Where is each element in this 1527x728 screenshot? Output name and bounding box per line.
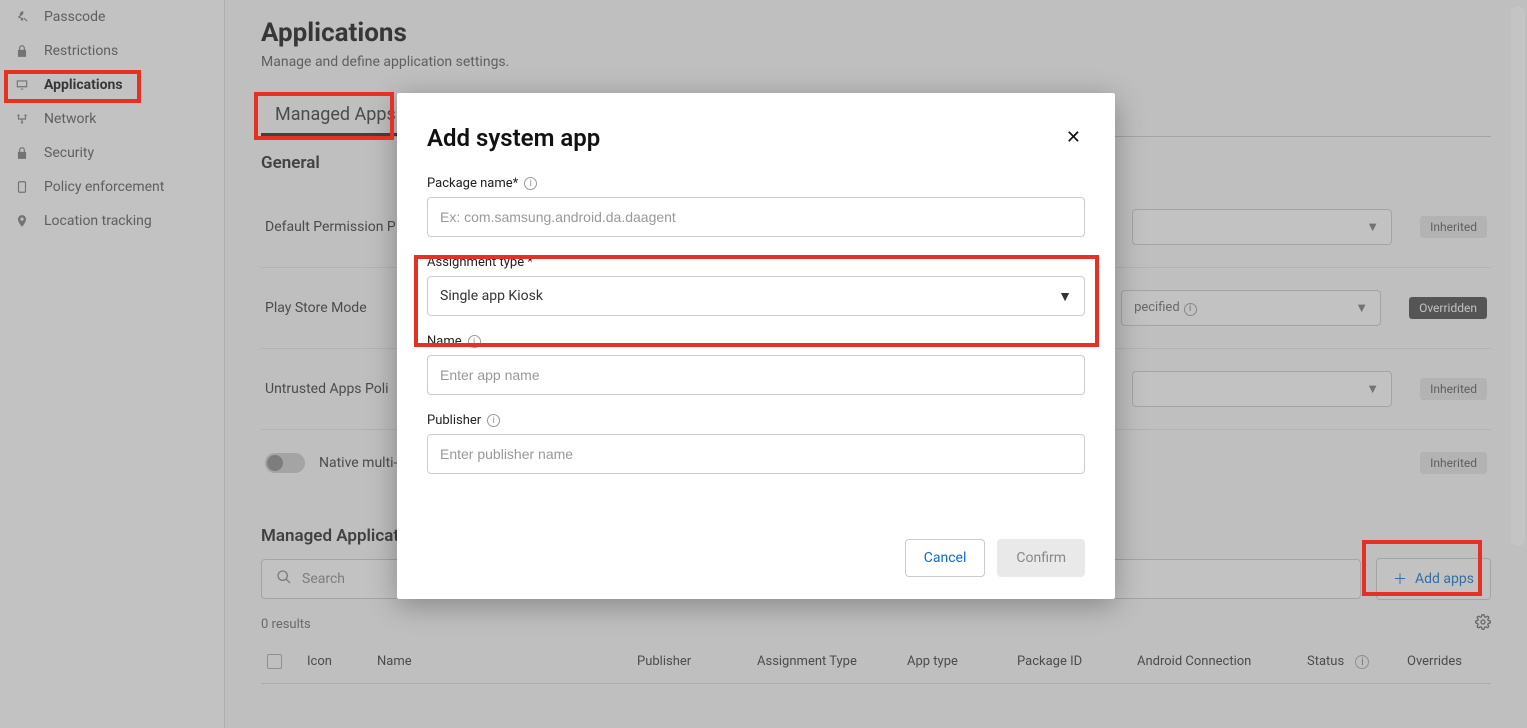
info-icon: i [468, 335, 481, 348]
field-label-text: Publisher [427, 413, 481, 428]
field-label-text: Name [427, 334, 462, 349]
field-package-name: Package name* i [427, 176, 1085, 237]
modal-title: Add system app [427, 124, 600, 152]
info-icon: i [487, 414, 500, 427]
field-publisher: Publisher i [427, 413, 1085, 474]
confirm-button[interactable]: Confirm [997, 539, 1085, 577]
scrollbar-thumb[interactable] [1511, 6, 1525, 546]
field-label-text: Package name* [427, 176, 518, 191]
add-system-app-modal: Add system app ✕ Package name* i Assignm… [397, 93, 1115, 599]
assignment-type-select[interactable]: Single app Kiosk ▼ [427, 276, 1085, 316]
close-icon[interactable]: ✕ [1062, 123, 1085, 152]
app-name-input[interactable] [427, 355, 1085, 395]
field-label-text: Assignment type * [427, 255, 533, 270]
info-icon: i [524, 177, 537, 190]
field-name: Name i [427, 334, 1085, 395]
publisher-input[interactable] [427, 434, 1085, 474]
field-assignment-type: Assignment type * Single app Kiosk ▼ [427, 255, 1085, 316]
assignment-type-value: Single app Kiosk [440, 288, 543, 304]
package-name-input[interactable] [427, 197, 1085, 237]
chevron-down-icon: ▼ [1058, 288, 1072, 305]
cancel-button[interactable]: Cancel [905, 539, 986, 577]
